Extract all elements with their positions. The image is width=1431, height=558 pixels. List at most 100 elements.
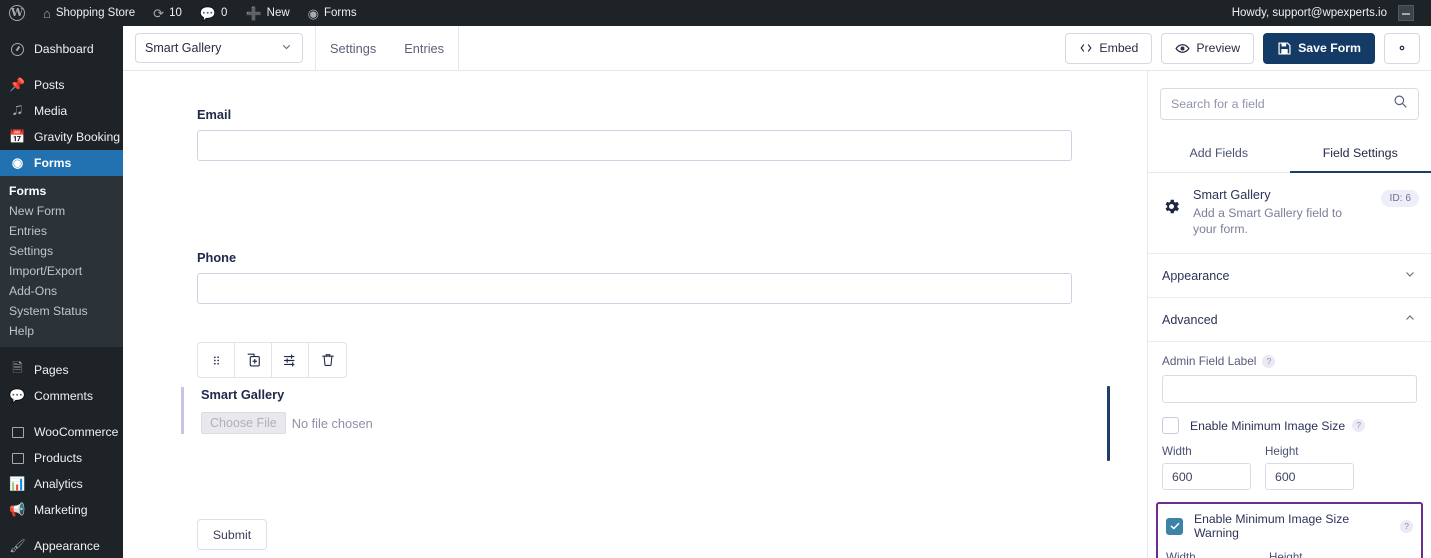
- embed-label: Embed: [1099, 41, 1139, 55]
- field-label: Phone: [197, 250, 237, 265]
- enable-minimum-image-size-warning-checkbox[interactable]: [1166, 517, 1183, 535]
- sidebar-item-media[interactable]: 🎜 Media: [0, 98, 123, 124]
- help-icon[interactable]: ?: [1352, 419, 1366, 432]
- avatar: [1398, 5, 1414, 21]
- gear-icon: [1162, 188, 1181, 237]
- media-icon: 🎜: [12, 103, 23, 118]
- sidebar-item-comments[interactable]: 💬 Comments: [0, 383, 123, 409]
- forms-icon: ◉: [11, 155, 24, 170]
- form-selector-dropdown[interactable]: Smart Gallery: [135, 33, 303, 63]
- enable-minimum-image-size-label: Enable Minimum Image Size ?: [1190, 418, 1366, 433]
- wordpress-logo-button[interactable]: W: [0, 0, 34, 26]
- updates-icon: ⟳: [153, 5, 165, 21]
- enable-minimum-image-size-checkbox[interactable]: [1162, 417, 1179, 434]
- sidebar-item-analytics[interactable]: 📊 Analytics: [0, 471, 123, 497]
- sidebar-item-marketing[interactable]: 📢 Marketing: [0, 497, 123, 523]
- updates-menu[interactable]: ⟳ 10: [144, 0, 191, 26]
- form-field-smart-gallery[interactable]: Smart Gallery Choose File No file chosen: [181, 387, 1111, 434]
- sidebar-item-woocommerce[interactable]: WooCommerce: [0, 419, 123, 445]
- height-label: Height: [1265, 445, 1299, 458]
- sidebar-item-appearance[interactable]: 🖌 Appearance: [0, 533, 123, 558]
- sidebar-item-gravity-booking[interactable]: 📅 Gravity Booking: [0, 124, 123, 150]
- submenu-item-import-export[interactable]: Import/Export: [0, 261, 123, 281]
- duplicate-icon[interactable]: [235, 343, 272, 377]
- help-icon[interactable]: ?: [1262, 354, 1276, 368]
- preview-button[interactable]: Preview: [1161, 32, 1255, 64]
- submenu-item-new-form[interactable]: New Form: [0, 201, 123, 221]
- min-size-width-input[interactable]: 600: [1162, 463, 1251, 490]
- search-field-wrap[interactable]: [1160, 88, 1419, 120]
- pages-icon: 🗎: [12, 360, 23, 375]
- admin-field-label-text: Admin Field Label: [1162, 354, 1257, 368]
- forms-icon: ◉: [307, 5, 319, 21]
- my-account-menu[interactable]: Howdy, support@wpexperts.io: [1223, 0, 1423, 26]
- chevron-down-icon: [280, 40, 293, 56]
- settings-sliders-icon[interactable]: [272, 343, 309, 377]
- submenu-item-entries[interactable]: Entries: [0, 221, 123, 241]
- panel-tabs: Add Fields Field Settings: [1148, 138, 1431, 173]
- checkbox-label-text: Enable Minimum Image Size: [1190, 418, 1346, 433]
- tab-field-settings[interactable]: Field Settings: [1289, 138, 1431, 173]
- comments-menu[interactable]: 💬 0: [191, 0, 237, 26]
- forms-adminbar-menu[interactable]: ◉ Forms: [299, 0, 366, 26]
- file-upload-row[interactable]: Choose File No file chosen: [201, 412, 1111, 434]
- submenu-item-forms[interactable]: Forms: [0, 181, 123, 201]
- save-form-button[interactable]: Save Form: [1263, 32, 1375, 64]
- analytics-icon: 📊: [9, 476, 26, 491]
- home-icon: ⌂: [43, 5, 51, 21]
- tab-settings[interactable]: Settings: [316, 26, 390, 71]
- drag-handle-icon[interactable]: [198, 343, 235, 377]
- sidebar-item-forms[interactable]: ◉ Forms: [0, 150, 123, 176]
- accordion-appearance[interactable]: Appearance: [1148, 254, 1431, 298]
- new-label: New: [266, 7, 290, 19]
- form-settings-gear-button[interactable]: [1384, 32, 1420, 64]
- sidebar-item-label: Analytics: [34, 477, 83, 491]
- sidebar-item-posts[interactable]: 📌 Posts: [0, 72, 123, 98]
- phone-input[interactable]: [197, 273, 1072, 304]
- submenu-item-system-status[interactable]: System Status: [0, 301, 123, 321]
- sidebar-item-label: Marketing: [34, 503, 88, 517]
- chevron-down-icon: [1403, 267, 1417, 284]
- form-field-phone[interactable]: Phone: [197, 250, 1072, 304]
- sidebar-item-products[interactable]: Products: [0, 445, 123, 471]
- email-input[interactable]: [197, 130, 1072, 161]
- wp-admin-bar: W ⌂ Shopping Store ⟳ 10 💬 0 ➕ New ◉ Form…: [0, 0, 1431, 26]
- enable-minimum-image-size-warning-row[interactable]: Enable Minimum Image Size Warning ?: [1166, 512, 1413, 540]
- min-size-height-input[interactable]: 600: [1265, 463, 1354, 490]
- trash-icon[interactable]: [309, 343, 346, 377]
- selected-field-header: Smart Gallery Add a Smart Gallery field …: [1148, 173, 1431, 254]
- submenu-item-help[interactable]: Help: [0, 321, 123, 341]
- sidebar-item-pages[interactable]: 🗎 Pages: [0, 357, 123, 383]
- submenu-item-settings[interactable]: Settings: [0, 241, 123, 261]
- embed-button[interactable]: Embed: [1065, 32, 1153, 64]
- sidebar-item-dashboard[interactable]: Dashboard: [0, 36, 123, 62]
- enable-minimum-image-size-row[interactable]: Enable Minimum Image Size ?: [1162, 417, 1417, 434]
- height-value: 600: [1275, 469, 1296, 484]
- site-name-menu[interactable]: ⌂ Shopping Store: [34, 0, 144, 26]
- field-label: Email: [197, 107, 232, 122]
- submit-button[interactable]: Submit: [197, 519, 267, 550]
- submit-label: Submit: [212, 527, 252, 542]
- menu-spacer-2: [0, 347, 123, 357]
- tab-entries[interactable]: Entries: [390, 26, 458, 71]
- plus-icon: ➕: [245, 5, 262, 21]
- floppy-disk-icon: [1277, 41, 1292, 56]
- code-icon: [1079, 41, 1093, 55]
- howdy-label: Howdy, support@wpexperts.io: [1231, 7, 1387, 19]
- calendar-icon: 📅: [9, 129, 26, 144]
- brush-icon: 🖌: [9, 538, 26, 553]
- search-icon[interactable]: [1393, 94, 1408, 114]
- form-field-email[interactable]: Email: [197, 107, 1072, 161]
- sidebar-item-label: Dashboard: [34, 42, 94, 56]
- search-input[interactable]: [1171, 97, 1393, 111]
- choose-file-button[interactable]: Choose File: [201, 412, 286, 434]
- help-icon[interactable]: ?: [1400, 519, 1413, 533]
- admin-field-label-label: Admin Field Label ?: [1162, 354, 1417, 368]
- min-image-size-warning-dimensions: Width 600 Height 600: [1166, 551, 1413, 558]
- admin-field-label-input[interactable]: [1162, 375, 1417, 403]
- submenu-label: Help: [9, 324, 35, 338]
- new-content-menu[interactable]: ➕ New: [236, 0, 298, 26]
- submenu-item-add-ons[interactable]: Add-Ons: [0, 281, 123, 301]
- accordion-advanced[interactable]: Advanced: [1148, 298, 1431, 342]
- tab-add-fields[interactable]: Add Fields: [1148, 138, 1290, 173]
